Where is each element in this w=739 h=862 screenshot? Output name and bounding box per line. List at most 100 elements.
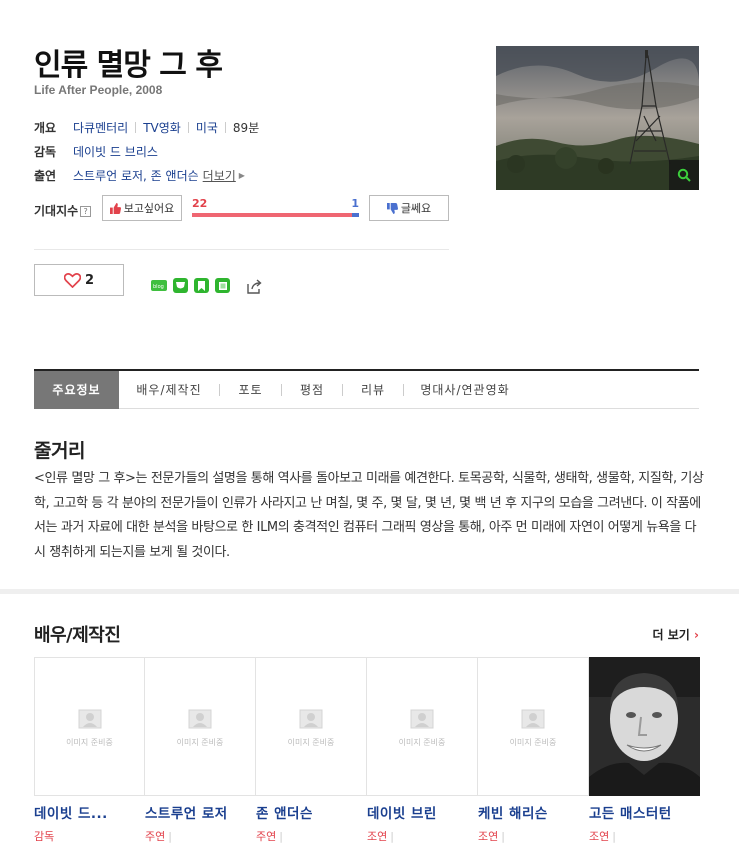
director-row: 감독 데이빗 드 브리스: [34, 139, 259, 163]
expectation-label-text: 기대지수: [34, 204, 79, 218]
role-separator: |: [279, 830, 283, 843]
tab-reviews[interactable]: 리뷰: [343, 371, 403, 409]
share-icon[interactable]: [245, 278, 263, 299]
separator: [135, 121, 137, 133]
chevron-right-icon: ›: [694, 628, 699, 642]
cast-photo-placeholder[interactable]: 이미지 준비중: [256, 657, 367, 796]
tab-main-info[interactable]: 주요정보: [34, 370, 119, 409]
actor-portrait: [589, 657, 700, 796]
cast-role: 주연 |: [145, 828, 256, 844]
zoom-button[interactable]: [669, 160, 699, 190]
genre-link[interactable]: 다큐멘터리: [73, 119, 128, 136]
heart-icon: [63, 272, 81, 288]
role-separator: |: [501, 830, 505, 843]
director-label: 감독: [34, 144, 57, 159]
blog-share-icon[interactable]: blog: [151, 280, 167, 291]
person-placeholder-icon: [299, 709, 323, 729]
bar-fill: [192, 213, 352, 217]
poster-image[interactable]: [496, 46, 699, 190]
cast-card[interactable]: 고든 매스터턴 조연 |: [589, 657, 700, 844]
cast-name[interactable]: 데이빗 브린: [367, 802, 478, 822]
want-to-see-label: 보고싶어요: [123, 202, 175, 215]
cast-photo-placeholder[interactable]: 이미지 준비중: [145, 657, 256, 796]
synopsis-heading: 줄거리: [34, 440, 85, 462]
bookmark-share-icon[interactable]: [194, 278, 209, 293]
cast-photo-placeholder[interactable]: 이미지 준비중: [478, 657, 589, 796]
role-separator: |: [390, 830, 394, 843]
overview-label: 개요: [34, 120, 57, 135]
cast-more-link[interactable]: 더보기: [203, 167, 236, 184]
memo-share-icon[interactable]: [215, 278, 230, 293]
want-count: 22: [192, 197, 208, 210]
synopsis-text: <인류 멸망 그 후>는 전문가들의 설명을 통해 역사를 돌아보고 미래를 예…: [34, 471, 704, 560]
role-separator: |: [168, 830, 172, 843]
divider: [34, 249, 449, 250]
cast-photo-placeholder[interactable]: 이미지 준비중: [367, 657, 478, 796]
cast-name[interactable]: 케빈 해리슨: [478, 802, 589, 822]
help-icon[interactable]: ?: [80, 206, 92, 217]
movie-info: 개요 다큐멘터리 TV영화 미국 89분 감독 데이빗 드 브리스 출연 스트루…: [34, 115, 259, 187]
separator: [187, 121, 189, 133]
thumbs-up-icon: [109, 202, 121, 214]
tab-ratings[interactable]: 평점: [282, 371, 342, 409]
cast-role-text: 조연: [367, 830, 388, 843]
search-icon: [677, 168, 691, 182]
cast-row: 출연 스트루언 로저, 존 앤더슨 더보기 ▶: [34, 163, 259, 187]
cafe-share-icon[interactable]: [173, 278, 188, 293]
cast-name[interactable]: 고든 매스터턴: [589, 802, 700, 822]
cast-role: 주연 |: [256, 828, 367, 844]
cast-more-link[interactable]: 더 보기 ›: [653, 626, 699, 643]
section-divider: [0, 589, 739, 594]
placeholder-text: 이미지 준비중: [287, 738, 335, 747]
director-link[interactable]: 데이빗 드 브리스: [73, 143, 158, 160]
type-link[interactable]: TV영화: [143, 119, 181, 136]
cast-card[interactable]: 이미지 준비중 데이빗 브린 조연 |: [367, 657, 478, 844]
cast-list: 이미지 준비중 데이빗 드... 감독 이미지 준비중 스트루언 로저 주연 | …: [34, 657, 700, 844]
placeholder-text: 이미지 준비중: [66, 738, 113, 747]
cast-role-text: 조연: [589, 830, 610, 843]
cast-card[interactable]: 이미지 준비중 데이빗 드... 감독: [34, 657, 145, 844]
cast-card[interactable]: 이미지 준비중 스트루언 로저 주연 |: [145, 657, 256, 844]
runtime: 89분: [232, 120, 260, 135]
cast-photo[interactable]: [589, 657, 700, 796]
bar-track: [192, 213, 359, 217]
cast-role: 조연 |: [589, 828, 700, 844]
expectation-label: 기대지수?: [34, 202, 92, 219]
cast-role-text: 주연: [256, 830, 277, 843]
cast-name[interactable]: 존 앤더슨: [256, 802, 367, 822]
tab-photos[interactable]: 포토: [220, 371, 281, 409]
page-title: 인류 멸망 그 후: [34, 48, 223, 83]
tab-cast-crew[interactable]: 배우/제작진: [119, 371, 219, 409]
cast-photo-placeholder[interactable]: 이미지 준비중: [34, 657, 145, 796]
like-count: 2: [84, 272, 95, 288]
tab-bar: 주요정보 배우/제작진 포토 평점 리뷰 명대사/연관영화: [34, 369, 699, 409]
separator: [224, 121, 226, 133]
cast-links[interactable]: 스트루언 로저, 존 앤더슨: [73, 167, 199, 184]
meh-count: 1: [351, 197, 359, 210]
placeholder-text: 이미지 준비중: [176, 738, 224, 747]
person-placeholder-icon: [188, 709, 212, 729]
tab-quotes-related[interactable]: 명대사/연관영화: [404, 371, 526, 409]
cast-label: 출연: [34, 168, 57, 183]
country-link[interactable]: 미국: [196, 119, 218, 136]
cast-card[interactable]: 이미지 준비중 케빈 해리슨 조연 |: [478, 657, 589, 844]
not-sure-label: 글쎄요: [400, 202, 432, 215]
cast-card[interactable]: 이미지 준비중 존 앤더슨 주연 |: [256, 657, 367, 844]
expectation-bar: 22 1: [192, 195, 359, 219]
like-button[interactable]: 2: [34, 264, 124, 296]
placeholder-text: 이미지 준비중: [398, 738, 446, 747]
role-separator: |: [612, 830, 616, 843]
person-placeholder-icon: [78, 709, 101, 729]
cast-role-text: 조연: [478, 830, 499, 843]
cast-heading: 배우/제작진: [34, 625, 121, 646]
not-sure-button[interactable]: 글쎄요: [369, 195, 449, 221]
want-to-see-button[interactable]: 보고싶어요: [102, 195, 182, 221]
svg-text:blog: blog: [153, 284, 164, 289]
person-placeholder-icon: [521, 709, 545, 729]
cast-name[interactable]: 데이빗 드...: [34, 802, 145, 822]
cast-role: 감독: [34, 828, 145, 844]
chevron-right-icon: ▶: [238, 170, 245, 180]
cast-role-text: 감독: [34, 830, 55, 843]
person-placeholder-icon: [410, 709, 434, 729]
cast-name[interactable]: 스트루언 로저: [145, 802, 256, 822]
